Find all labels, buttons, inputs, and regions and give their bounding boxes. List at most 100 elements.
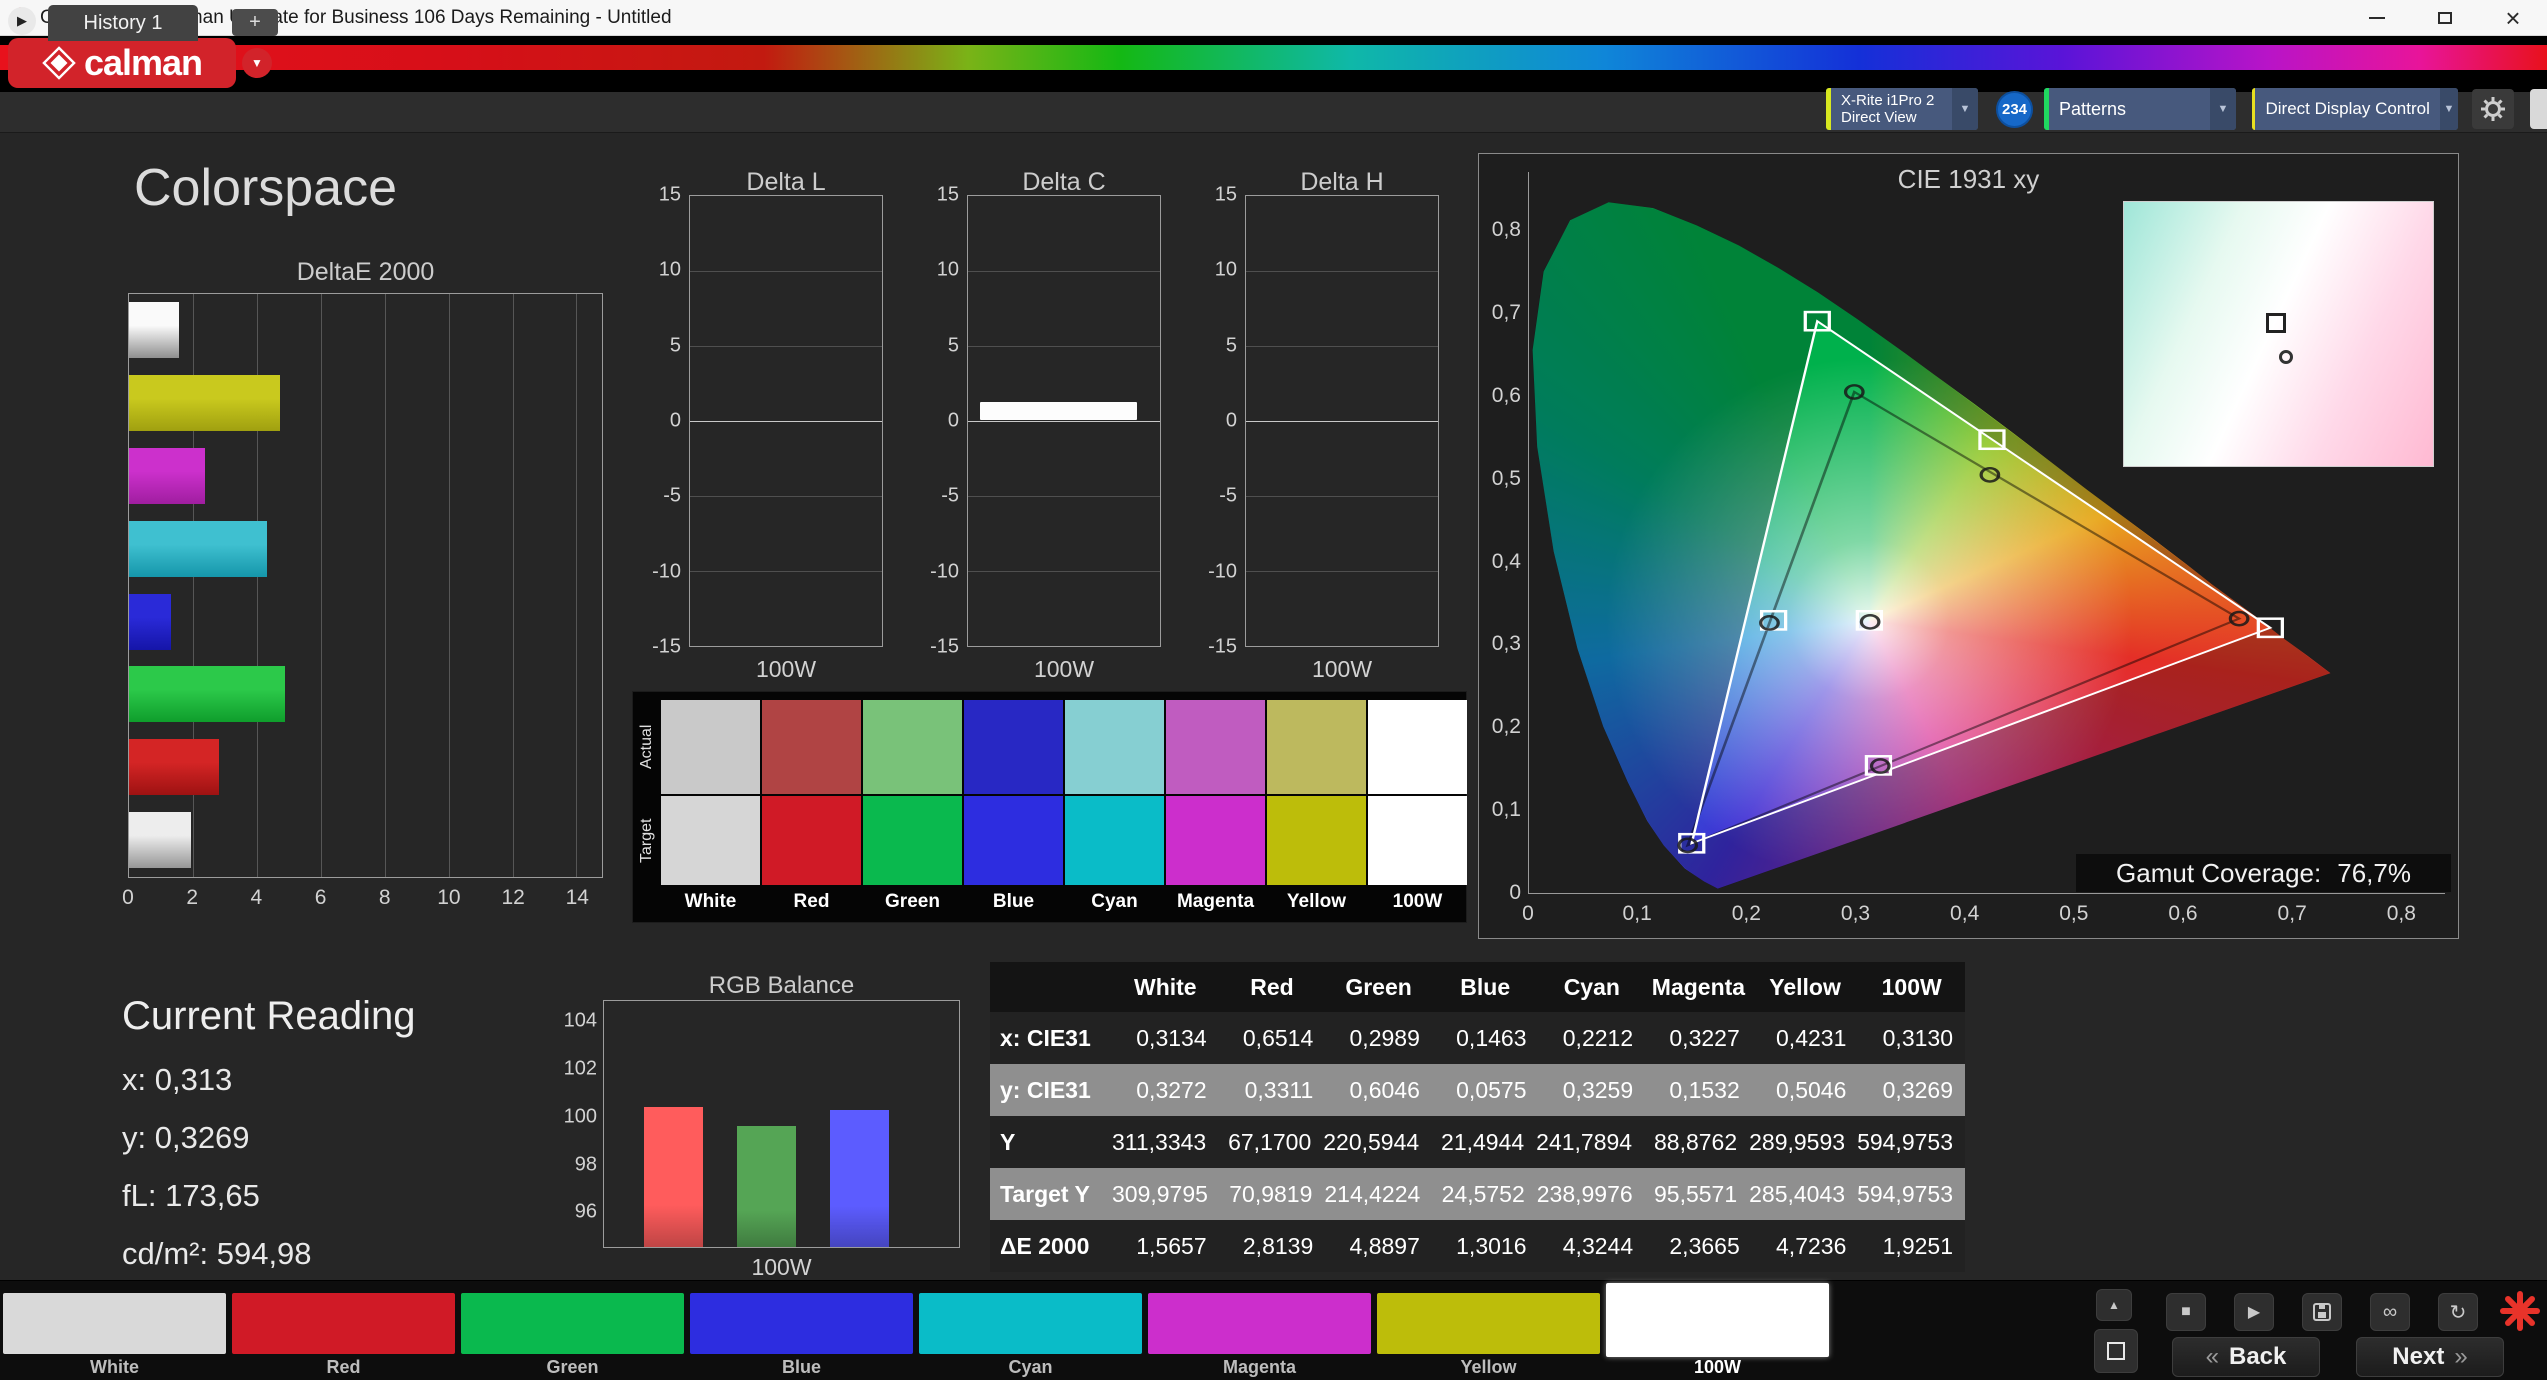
pattern-button-green[interactable]: Green [461, 1281, 684, 1380]
logo-menu-button[interactable]: ▼ [242, 48, 272, 78]
swatch-column-yellow: Yellow [1267, 700, 1366, 913]
delta-gridline [1246, 345, 1438, 347]
delta-gridline [690, 270, 882, 272]
delta-chart-xlabel: 100W [1311, 656, 1373, 682]
patterns-label: Patterns [2059, 98, 2127, 119]
rgb-bar-red [644, 1107, 703, 1247]
pattern-window-button[interactable] [2094, 1329, 2138, 1373]
plus-icon: + [249, 11, 261, 33]
deltae-xaxis: 0 2 4 6 8 10 12 14 [122, 886, 603, 912]
cie-y-tick-label: 0,4 [1491, 549, 1521, 573]
swatch-actual [863, 700, 962, 794]
table-column-header-cyan: Cyan [1563, 973, 1620, 1000]
logo-bar: calman ▼ [0, 36, 2547, 92]
delta-y-tick-label: 10 [936, 258, 959, 281]
settings-button[interactable] [2472, 89, 2514, 129]
title-bar: Calman 2025 Calman Ultimate for Business… [0, 0, 2547, 36]
refresh-button[interactable]: ↻ [2438, 1293, 2478, 1331]
pattern-buttons: White Red Green Blue Cyan Magenta Yellow 100W [3, 1281, 1829, 1380]
delta-y-tick-label: 5 [1225, 334, 1237, 357]
delta-chart-title: Delta H [1300, 168, 1384, 196]
history-nav-button[interactable]: ▶ [8, 7, 36, 35]
swatch-label: Red [793, 891, 830, 912]
table-cell: 0,4231 [1776, 1024, 1847, 1051]
calman-diamond-icon [42, 46, 76, 80]
pattern-button-white[interactable]: White [3, 1281, 226, 1380]
delta-chart: Delta L 15 10 5 0 -5 -10 -15 100W [652, 168, 883, 688]
tab-history-1[interactable]: History 1 [48, 5, 198, 41]
meter-name: X-Rite i1Pro 2 [1841, 92, 1935, 109]
cie-x-tick-label: 0,3 [1840, 902, 1871, 925]
deltae-x-tick-label: 14 [565, 886, 589, 909]
swatch-label: White [684, 891, 737, 912]
meter-dropdown[interactable]: X-Rite i1Pro 2 Direct View ▼ [1826, 88, 1978, 130]
calman-logo: calman [8, 38, 236, 88]
cie-x-axis [1528, 893, 2445, 894]
restore-button[interactable] [2411, 0, 2479, 36]
pattern-button-100w[interactable]: 100W [1606, 1281, 1829, 1380]
calibration-status-asterisk-icon [2500, 1291, 2540, 1331]
swatch-label: Magenta [1176, 891, 1255, 912]
table-cell: 0,3130 [1882, 1024, 1953, 1051]
pattern-button-red[interactable]: Red [232, 1281, 455, 1380]
deltae-x-tick-label: 8 [378, 886, 391, 909]
deltae-bar-row [129, 586, 602, 659]
delta-y-tick-label: 15 [936, 183, 959, 206]
stop-button[interactable]: ■ [2166, 1293, 2206, 1331]
reading-y: y: 0,3269 [122, 1120, 250, 1155]
cie-panel: CIE 1931 xy 0 0,1 0,2 0,3 0,4 0,5 0,6 0,7 0,8 00… [1478, 153, 2459, 939]
next-arrows-icon: » [2454, 1343, 2468, 1370]
delta-y-tick-label: 0 [1225, 409, 1237, 432]
save-button[interactable] [2302, 1293, 2342, 1331]
delta-y-tick-label: -15 [652, 635, 681, 658]
swatch-column-magenta: Magenta [1166, 700, 1265, 913]
add-tab-button[interactable]: + [232, 9, 278, 36]
delta-chart: Delta C 15 10 5 0 -5 -10 -15 100W [930, 168, 1161, 688]
meter-count-badge: 234 [1996, 91, 2033, 128]
pattern-button-blue[interactable]: Blue [690, 1281, 913, 1380]
delta-measurement-bar [979, 402, 1137, 421]
pattern-button-magenta[interactable]: Magenta [1148, 1281, 1371, 1380]
close-icon: × [2505, 3, 2521, 33]
table-cell: 0,3227 [1669, 1024, 1740, 1051]
deltae-x-tick-label: 4 [250, 886, 263, 909]
minimize-button[interactable] [2343, 0, 2411, 36]
deltae-x-tick-label: 0 [122, 886, 134, 909]
swatch-column-blue: Blue [964, 700, 1063, 913]
swatch-panel: Actual Target White Red Green Blue Cyan Magen… [632, 691, 1467, 923]
table-cell: 238,9976 [1536, 1180, 1633, 1207]
delta-zero-line [1246, 421, 1438, 422]
swatch-actual [1065, 700, 1164, 794]
delta-gridline [1246, 571, 1438, 572]
rgb-y-tick-label: 104 [563, 1009, 597, 1032]
delta-gridline [690, 345, 882, 347]
display-control-dropdown[interactable]: Direct Display Control ▼ [2252, 88, 2458, 130]
delta-chart-plot [689, 195, 883, 647]
tab-label: History 1 [83, 11, 163, 34]
close-button[interactable]: × [2479, 0, 2547, 36]
swatch-column-green: Green [863, 700, 962, 913]
expand-panel-button[interactable]: ▲ [2096, 1289, 2132, 1321]
back-arrows-icon: « [2205, 1343, 2219, 1370]
delta-chart-yticks: 15 10 5 0 -5 -10 -15 [1193, 184, 1237, 658]
reading-cdm2: cd/m²: 594,98 [122, 1236, 312, 1271]
swatch-column-cyan: Cyan [1065, 700, 1164, 913]
table-cell: 4,8897 [1349, 1232, 1420, 1259]
next-button[interactable]: Next » [2356, 1337, 2504, 1377]
pattern-label: Magenta [1222, 1357, 1296, 1377]
patterns-dropdown[interactable]: Patterns ▼ [2044, 88, 2236, 130]
table-row: Target Y 309,9795 70,9819 214,4224 24,5752 23… [990, 1168, 1965, 1220]
table-cell: 0,6046 [1349, 1076, 1420, 1103]
delta-y-tick-label: 15 [1214, 183, 1237, 206]
pattern-button-yellow[interactable]: Yellow [1377, 1281, 1600, 1380]
calman-app-window: Calman 2025 Calman Ultimate for Business… [0, 0, 2547, 1380]
edge-partial-control[interactable] [2530, 89, 2547, 129]
delta-chart-title: Delta L [746, 168, 826, 196]
swatch-actual [1166, 700, 1265, 794]
pattern-button-cyan[interactable]: Cyan [919, 1281, 1142, 1380]
link-button[interactable]: ∞ [2370, 1293, 2410, 1331]
swatch-target [863, 796, 962, 885]
play-button[interactable]: ▶ [2234, 1293, 2274, 1331]
pattern-swatch [232, 1293, 455, 1354]
back-button[interactable]: « Back [2172, 1337, 2320, 1377]
